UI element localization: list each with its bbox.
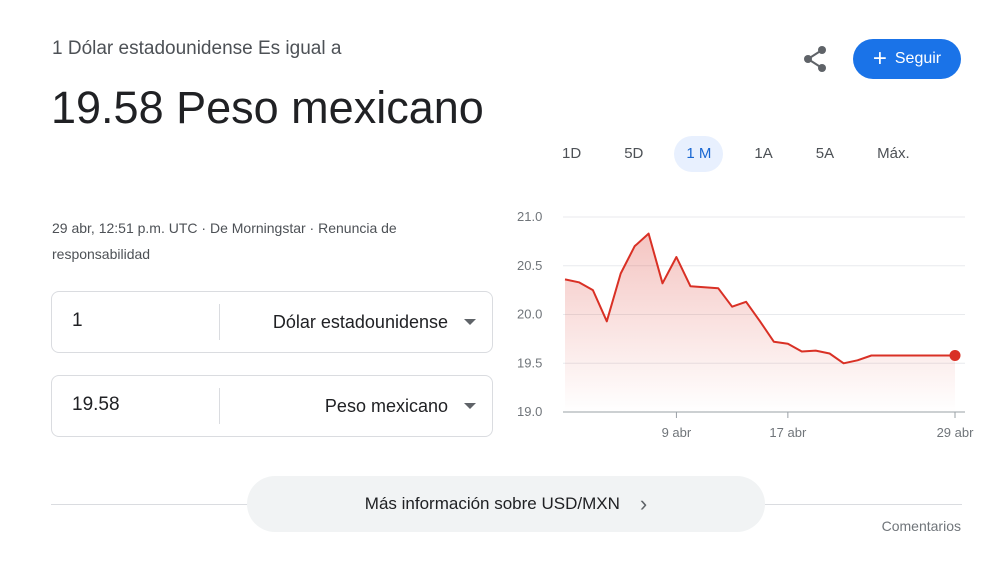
from-currency-row: Dólar estadounidense: [51, 291, 493, 353]
follow-label: Seguir: [894, 50, 942, 67]
x-tick-label: 9 abr: [662, 425, 692, 440]
dropdown-caret-icon: [464, 319, 476, 325]
more-info-label: Más información sobre USD/MXN: [364, 494, 620, 513]
plus-icon: +: [872, 45, 887, 72]
from-currency-select[interactable]: Dólar estadounidense: [273, 292, 476, 352]
divider: [219, 388, 220, 424]
x-tick-label: 29 abr: [937, 425, 975, 440]
last-point-marker: [949, 349, 961, 361]
y-tick-label: 21.0: [517, 209, 542, 224]
range-tab-5a[interactable]: 5A: [804, 136, 846, 172]
range-tab-1d[interactable]: 1D: [550, 136, 593, 172]
feedback-link[interactable]: Comentarios: [882, 518, 961, 534]
range-tab-1m[interactable]: 1 M: [674, 136, 724, 172]
range-tab-5d[interactable]: 5D: [612, 136, 655, 172]
range-tab-max[interactable]: Máx.: [865, 136, 922, 172]
to-currency-select[interactable]: Peso mexicano: [325, 376, 476, 436]
y-tick-label: 19.5: [517, 355, 542, 370]
conversion-result: 19.58 Peso mexicano: [51, 82, 484, 133]
from-amount-input[interactable]: [72, 310, 212, 332]
follow-button[interactable]: + Seguir: [853, 39, 961, 79]
chevron-right-icon: ›: [639, 491, 648, 516]
share-icon: [804, 46, 826, 72]
y-tick-label: 20.5: [517, 258, 542, 273]
from-currency-label: Dólar estadounidense: [272, 311, 448, 332]
to-currency-label: Peso mexicano: [324, 395, 448, 416]
y-tick-label: 20.0: [517, 307, 542, 322]
to-currency-row: Peso mexicano: [51, 375, 493, 437]
exchange-rate-chart[interactable]: 21.0 20.5 20.0 19.5 19.0 9 abr 17 abr 29 abr: [505, 200, 985, 450]
dropdown-caret-icon: [464, 403, 476, 409]
time-range-tabs: 1D 5D 1 M 1A 5A Máx.: [550, 136, 941, 172]
divider: [219, 304, 220, 340]
source-meta: 29 abr, 12:51 p.m. UTC · De Morningstar …: [52, 220, 397, 262]
x-tick-label: 17 abr: [769, 425, 807, 440]
more-info-button[interactable]: Más información sobre USD/MXN ›: [247, 476, 765, 532]
conversion-subtitle: 1 Dólar estadounidense Es igual a: [52, 38, 342, 59]
share-button[interactable]: [798, 42, 832, 76]
range-tab-1a[interactable]: 1A: [742, 136, 784, 172]
to-amount-input[interactable]: [72, 394, 212, 416]
y-tick-label: 19.0: [517, 404, 542, 419]
